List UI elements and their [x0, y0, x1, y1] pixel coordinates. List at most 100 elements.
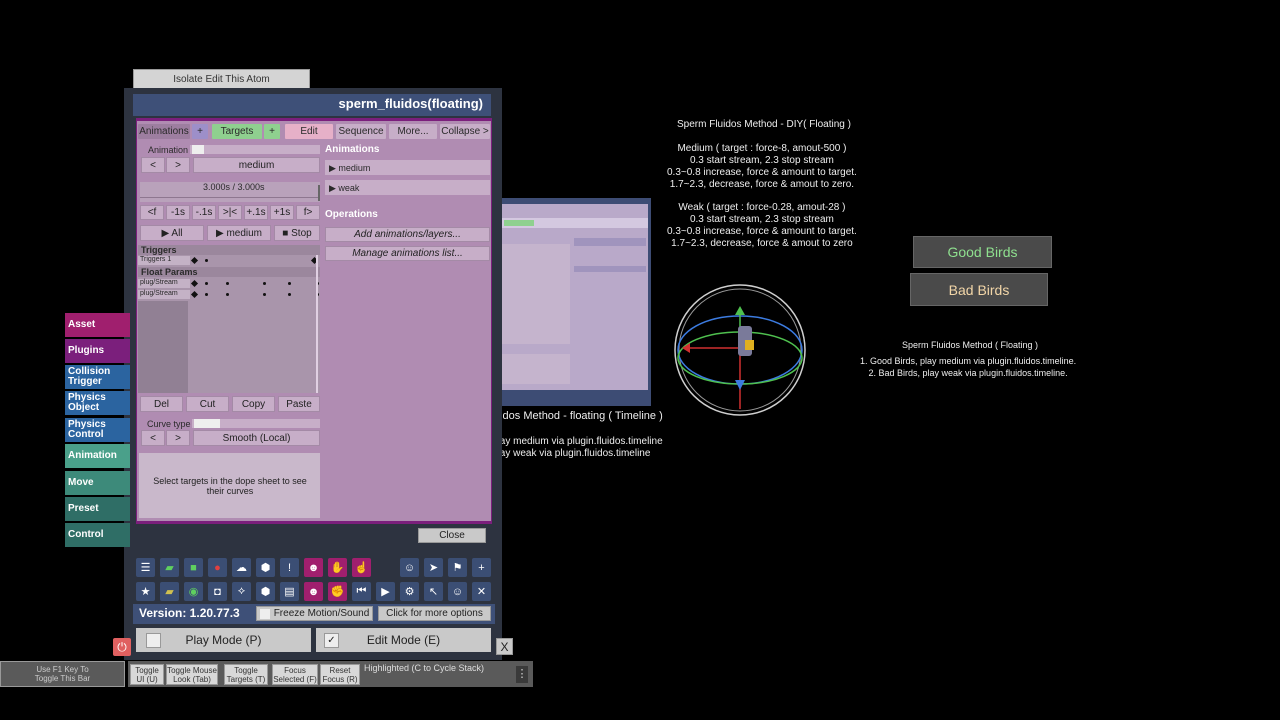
freeze-motion-toggle[interactable]: Freeze Motion/Sound [256, 606, 373, 621]
f1-hint-text: Use F1 Key To Toggle This Bar [34, 665, 91, 683]
flag-icon[interactable]: ⚑ [448, 558, 467, 577]
focus-selected-button[interactable]: Focus Selected (F) [272, 664, 318, 685]
isolate-edit-button[interactable]: Isolate Edit This Atom [133, 69, 310, 89]
tab-more[interactable]: More... [389, 124, 437, 139]
kebab-menu-icon[interactable]: ⋮ [516, 666, 528, 683]
more-options-button[interactable]: Click for more options [378, 606, 491, 621]
freeze-checkbox[interactable] [259, 608, 270, 619]
stop-button[interactable]: ■ Stop [274, 225, 320, 241]
grab-icon[interactable]: ✊ [328, 582, 347, 601]
screenshot-icon[interactable]: ◉ [184, 582, 203, 601]
hub-icon[interactable]: ● [208, 558, 227, 577]
document-icon[interactable]: ▤ [280, 582, 299, 601]
sidebar-move[interactable]: Move [65, 471, 130, 495]
bad-birds-button[interactable]: Bad Birds [910, 273, 1048, 306]
tab-animations[interactable]: Animations [138, 124, 190, 139]
cut-button[interactable]: Cut [186, 396, 229, 412]
play-all-button[interactable]: ▶ All [140, 225, 204, 241]
toggle-mouse-look-button[interactable]: Toggle Mouse Look (Tab) [166, 664, 218, 685]
seek-snap[interactable]: >|< [218, 205, 242, 220]
animation-select[interactable]: medium [193, 157, 320, 173]
tab-sequence[interactable]: Sequence [336, 124, 386, 139]
reset-focus-button[interactable]: Reset Focus (R) [320, 664, 360, 685]
delete-button[interactable]: Del [140, 396, 183, 412]
select-icon[interactable]: ↖ [424, 582, 443, 601]
person-icon[interactable]: ☺ [400, 558, 419, 577]
folder-icon[interactable]: ■ [184, 558, 203, 577]
float-params-header: Float Params [141, 267, 198, 277]
camera-icon[interactable]: ◘ [208, 582, 227, 601]
share-icon[interactable]: ⟡ [232, 582, 251, 601]
tab-targets[interactable]: Targets [212, 124, 262, 139]
menu-icon[interactable]: ☰ [136, 558, 155, 577]
animation-item-medium[interactable]: ▶ medium [325, 160, 490, 175]
curve-type-slider[interactable] [192, 419, 320, 428]
dope-sheet[interactable]: Triggers Triggers 1 Float Params plug/St… [138, 245, 320, 393]
add-animations-button[interactable]: Add animations/layers... [325, 227, 490, 242]
star-icon[interactable]: ★ [136, 582, 155, 601]
add-icon[interactable]: + [472, 558, 491, 577]
play-mode-button[interactable]: Play Mode (P) [136, 628, 311, 652]
copy-button[interactable]: Copy [232, 396, 275, 412]
pointer-hand-icon[interactable]: ☝ [352, 558, 371, 577]
seek-back-01s[interactable]: -.1s [192, 205, 216, 220]
person-edit-icon[interactable]: ☻ [304, 582, 323, 601]
tab-collapse[interactable]: Collapse > [440, 124, 490, 139]
seek-last-frame[interactable]: f> [296, 205, 320, 220]
toggle-ui-button[interactable]: Toggle UI (U) [130, 664, 164, 685]
curve-type-select[interactable]: Smooth (Local) [193, 430, 320, 446]
next-curve-button[interactable]: > [166, 430, 190, 446]
seek-forward-1s[interactable]: +1s [270, 205, 294, 220]
sidebar-physics-control[interactable]: Physics Control [65, 418, 130, 442]
tab-add-animation[interactable]: + [192, 124, 208, 139]
sidebar-asset[interactable]: Asset [65, 313, 130, 337]
sidebar-preset[interactable]: Preset [65, 497, 130, 521]
toggle-targets-button[interactable]: Toggle Targets (T) [224, 664, 268, 685]
open-scene-icon[interactable]: ▰ [160, 558, 179, 577]
prev-curve-button[interactable]: < [141, 430, 165, 446]
packages-icon[interactable]: ⬢ [256, 582, 275, 601]
power-icon[interactable]: ⏻ [113, 638, 131, 656]
tab-edit[interactable]: Edit [285, 124, 333, 139]
sidebar-control[interactable]: Control [65, 523, 130, 547]
package-icon[interactable]: ⬢ [256, 558, 275, 577]
edit-mode-button[interactable]: ✓ Edit Mode (E) [316, 628, 491, 652]
rewind-icon[interactable]: ⏮ [352, 582, 371, 601]
group-icon[interactable]: ☺ [448, 582, 467, 601]
manage-animations-button[interactable]: Manage animations list... [325, 246, 490, 261]
prev-animation-button[interactable]: < [141, 157, 165, 173]
sidebar-animation[interactable]: Animation [65, 444, 130, 468]
seek-first-frame[interactable]: <f [140, 205, 164, 220]
seek-forward-01s[interactable]: +.1s [244, 205, 268, 220]
sidebar-collision-trigger[interactable]: Collision Trigger [65, 365, 130, 389]
seek-back-1s[interactable]: -1s [166, 205, 190, 220]
play-current-button[interactable]: ▶ medium [207, 225, 271, 241]
tools-icon[interactable]: ✕ [472, 582, 491, 601]
freeze-label: Freeze Motion/Sound [273, 608, 370, 619]
settings-icon[interactable]: ⚙ [400, 582, 419, 601]
sidebar-physics-object[interactable]: Physics Object [65, 391, 130, 415]
close-button[interactable]: Close [418, 528, 486, 543]
play-mode-checkbox[interactable] [146, 633, 161, 648]
cloud-download-icon[interactable]: ☁ [232, 558, 251, 577]
next-animation-button[interactable]: > [166, 157, 190, 173]
send-icon[interactable]: ➤ [424, 558, 443, 577]
animation-item-weak[interactable]: ▶ weak [325, 180, 490, 195]
floating-title: Sperm Fluidos Method ( Floating ) [902, 340, 1039, 350]
paste-button[interactable]: Paste [278, 396, 320, 412]
sidebar-plugins[interactable]: Plugins [65, 339, 130, 363]
edit-mode-checkbox[interactable]: ✓ [324, 633, 339, 648]
time-readout: 3.000s / 3.000s [203, 182, 265, 192]
tab-add-target[interactable]: + [264, 124, 280, 139]
hand-icon[interactable]: ✋ [328, 558, 347, 577]
person-settings-icon[interactable]: ☻ [304, 558, 323, 577]
close-x-button[interactable]: X [496, 638, 513, 655]
alert-icon[interactable]: ! [280, 558, 299, 577]
play-icon[interactable]: ▶ [376, 582, 395, 601]
animation-slider[interactable] [190, 145, 320, 154]
triggers-header: Triggers [141, 245, 177, 255]
good-birds-button[interactable]: Good Birds [913, 236, 1052, 268]
transform-gizmo[interactable] [672, 284, 812, 420]
save-scene-icon[interactable]: ▰ [160, 582, 179, 601]
float-row-label-1: plug/Stream [140, 279, 178, 286]
